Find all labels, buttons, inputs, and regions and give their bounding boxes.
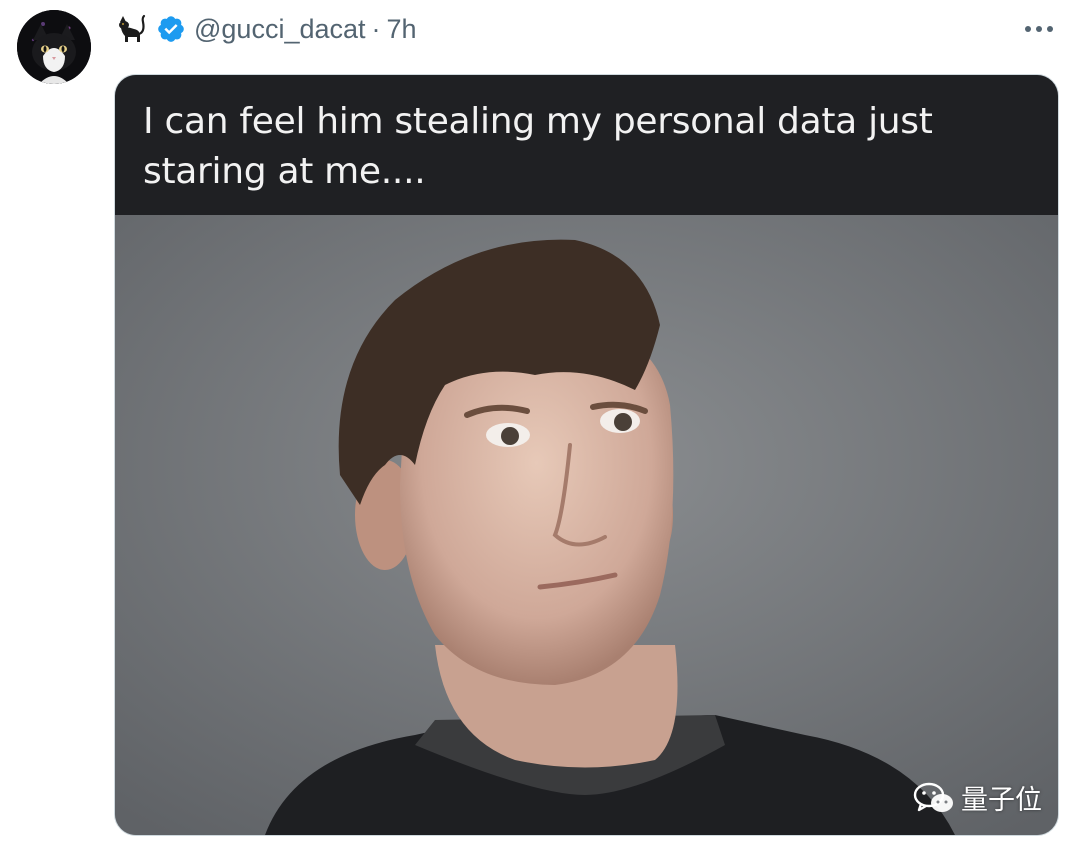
tweet-media-image[interactable]: I can feel him stealing my personal data… bbox=[114, 74, 1059, 836]
avatar[interactable] bbox=[17, 10, 91, 84]
cat-avatar-icon bbox=[17, 10, 91, 84]
tweet-timestamp[interactable]: 7h bbox=[387, 14, 417, 45]
wechat-icon bbox=[913, 782, 953, 812]
portrait-photo bbox=[115, 215, 1058, 835]
meme-caption: I can feel him stealing my personal data… bbox=[143, 101, 933, 192]
author-handle[interactable]: @gucci_dacat bbox=[194, 14, 366, 45]
meme-caption-bar: I can feel him stealing my personal data… bbox=[115, 75, 1058, 215]
more-options-icon[interactable] bbox=[1022, 14, 1056, 44]
tweet-card[interactable]: @gucci_dacat · 7h I can feel him stealin… bbox=[0, 0, 1080, 850]
black-cat-icon bbox=[119, 14, 146, 42]
ellipsis-icon bbox=[1025, 26, 1053, 32]
watermark: 量子位 bbox=[913, 778, 1042, 817]
verified-badge-icon bbox=[158, 16, 184, 42]
watermark-label: 量子位 bbox=[961, 785, 1042, 816]
separator-dot: · bbox=[371, 13, 381, 44]
tweet-header: @gucci_dacat · 7h bbox=[114, 8, 417, 50]
